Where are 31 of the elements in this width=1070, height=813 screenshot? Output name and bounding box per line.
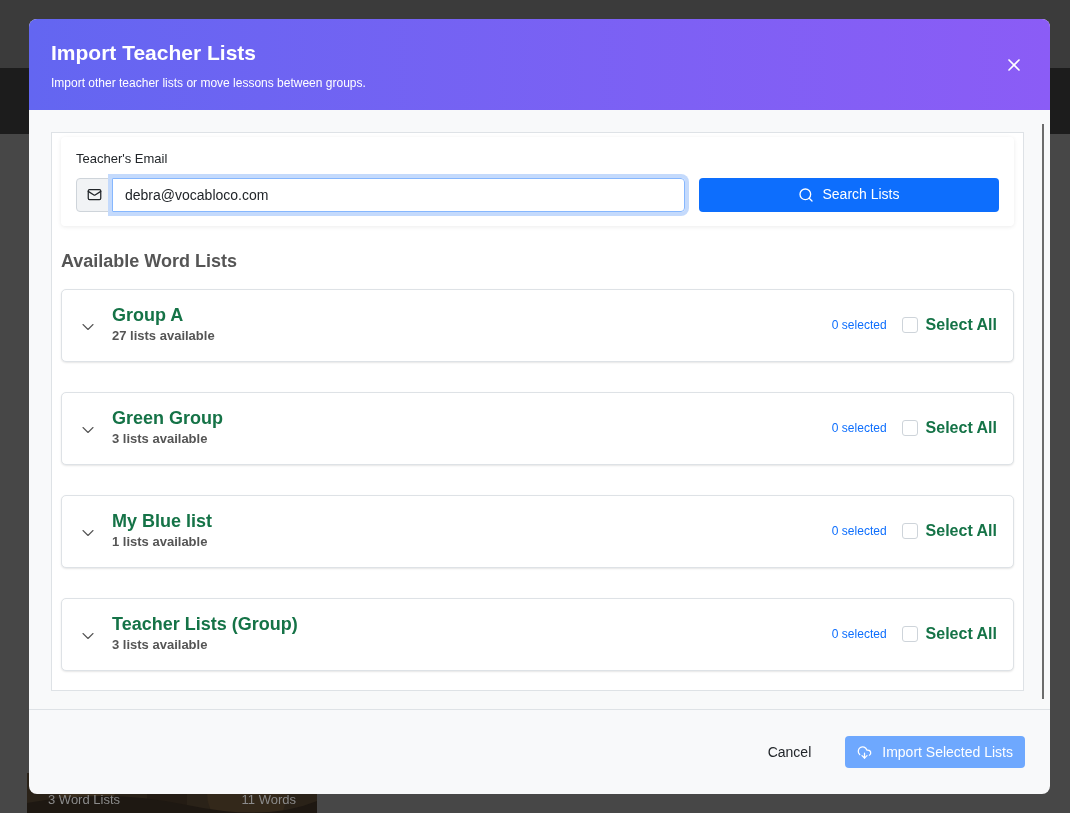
select-all-checkbox[interactable] <box>901 523 918 539</box>
dialog-title: Import Teacher Lists <box>51 39 257 66</box>
scrollbar[interactable] <box>1042 124 1044 699</box>
group-name: Green Group <box>112 407 223 430</box>
select-all-label[interactable]: Select All <box>925 416 997 440</box>
cloud-download-icon <box>857 744 873 760</box>
selected-count: 0 selected <box>831 626 887 643</box>
word-list-count: 3 Word Lists <box>48 790 120 809</box>
selected-count: 0 selected <box>831 420 887 437</box>
group-list-count: 3 lists available <box>112 430 209 449</box>
word-count: 11 Words <box>241 790 296 809</box>
group-list-count: 1 lists available <box>112 533 209 552</box>
select-all-checkbox[interactable] <box>901 420 918 436</box>
select-all-label[interactable]: Select All <box>925 519 997 543</box>
selected-count: 0 selected <box>831 523 887 540</box>
group-name: Group A <box>112 304 185 327</box>
select-all-label[interactable]: Select All <box>925 313 997 337</box>
select-all-checkbox[interactable] <box>901 317 918 333</box>
search-lists-button[interactable]: Search Lists <box>699 177 999 212</box>
search-icon <box>798 186 815 203</box>
group-list-count: 27 lists available <box>112 327 215 346</box>
group-name: Teacher Lists (Group) <box>112 613 298 636</box>
select-all-checkbox[interactable] <box>901 626 918 642</box>
dialog-subtitle: Import other teacher lists or move lessons between groups. <box>51 75 366 93</box>
section-title: Available Word Lists <box>61 249 239 273</box>
selected-count: 0 selected <box>831 317 887 334</box>
cancel-button[interactable]: Cancel <box>753 736 826 768</box>
group-name: My Blue list <box>112 510 213 533</box>
select-all-label[interactable]: Select All <box>925 622 997 646</box>
group-list-count: 3 lists available <box>112 636 209 655</box>
email-label: Teacher's Email <box>76 150 169 168</box>
